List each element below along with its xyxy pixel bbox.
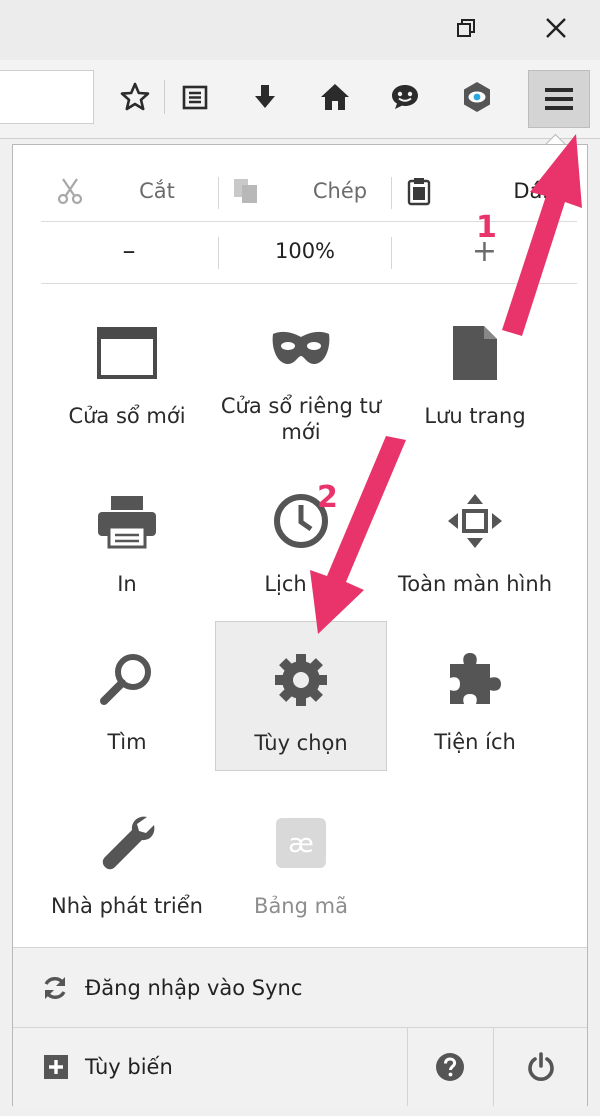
restore-icon — [457, 19, 475, 37]
row-divider — [41, 283, 577, 284]
navigation-toolbar — [0, 60, 600, 139]
pocket-icon — [464, 82, 490, 112]
search-icon — [100, 654, 151, 705]
copy-button[interactable]: Chép — [219, 163, 391, 219]
copy-icon — [234, 179, 257, 203]
quit-button[interactable] — [494, 1028, 587, 1106]
paste-label: Dán — [513, 179, 556, 203]
addons-label: Tiện ích — [434, 730, 516, 754]
private-window-item[interactable]: Cửa sổ riêng tư mới — [215, 295, 387, 445]
chat-icon — [392, 85, 418, 109]
bookmark-button[interactable] — [112, 74, 158, 120]
download-icon — [255, 85, 275, 108]
close-icon — [546, 18, 566, 38]
download-button[interactable] — [242, 74, 288, 120]
sync-icon — [44, 977, 66, 999]
new-window-item[interactable]: Cửa sổ mới — [41, 295, 213, 445]
home-icon — [321, 84, 349, 110]
save-page-label: Lưu trang — [424, 404, 526, 428]
new-window-label: Cửa sổ mới — [68, 404, 186, 428]
step-2-label: 2 — [317, 480, 338, 515]
puzzle-icon — [450, 653, 501, 704]
bookmark-star-icon — [120, 82, 150, 111]
print-label: In — [117, 572, 137, 596]
zoom-out-button[interactable]: – — [41, 223, 217, 279]
hamburger-menu-icon — [545, 88, 573, 110]
power-icon — [527, 1052, 554, 1081]
url-bar[interactable] — [0, 70, 94, 124]
open-menu-button[interactable] — [528, 70, 590, 128]
zoom-reset-button[interactable]: 100% — [219, 223, 391, 279]
find-item[interactable]: Tìm — [41, 621, 213, 771]
customize-label: Tùy biến — [85, 1055, 173, 1079]
restore-button[interactable] — [444, 8, 488, 48]
customize-button[interactable]: Tùy biến — [13, 1028, 405, 1106]
plus-icon — [44, 1055, 68, 1079]
gear-icon — [275, 654, 327, 706]
cut-label: Cắt — [139, 179, 175, 203]
toolbar-separator — [164, 80, 165, 114]
help-button[interactable] — [408, 1028, 492, 1106]
help-icon — [436, 1053, 464, 1081]
find-label: Tìm — [107, 730, 147, 754]
fullscreen-icon — [448, 494, 502, 548]
reading-list-button[interactable] — [172, 74, 218, 120]
character-encoding-label: Bảng mã — [254, 894, 348, 918]
save-page-icon — [453, 326, 497, 380]
sync-label: Đăng nhập vào Sync — [85, 976, 303, 1000]
new-window-icon — [97, 327, 157, 379]
addons-item[interactable]: Tiện ích — [389, 621, 561, 771]
reading-list-icon — [182, 85, 208, 110]
zoom-level: 100% — [274, 239, 336, 263]
private-mask-icon — [272, 331, 330, 364]
fullscreen-item[interactable]: Toàn màn hình — [389, 463, 561, 613]
hello-chat-button[interactable] — [382, 74, 428, 120]
options-label: Tùy chọn — [254, 731, 348, 755]
clipboard-icon — [407, 178, 431, 206]
menu-panel: Cắt Chép Dán – 100% + Cửa sổ mới Cửa sổ … — [12, 144, 588, 1106]
developer-label: Nhà phát triển — [51, 894, 203, 918]
print-item[interactable]: In — [41, 463, 213, 613]
printer-icon — [98, 496, 156, 549]
step-1-label: 1 — [476, 210, 497, 245]
sync-signin-button[interactable]: Đăng nhập vào Sync — [13, 947, 587, 1028]
svg-text:æ: æ — [288, 829, 314, 859]
fullscreen-label: Toàn màn hình — [397, 572, 553, 596]
character-encoding-item[interactable]: æ Bảng mã — [215, 785, 387, 935]
private-window-label: Cửa sổ riêng tư mới — [220, 394, 382, 444]
options-item[interactable]: Tùy chọn — [215, 621, 387, 771]
home-button[interactable] — [312, 74, 358, 120]
history-label: Lịch sử — [264, 572, 338, 596]
zoom-out-label: – — [122, 236, 136, 266]
history-item[interactable]: Lịch sử — [215, 463, 387, 613]
title-bar — [0, 0, 600, 60]
menu-footer: Tùy biến — [13, 1027, 587, 1106]
close-button[interactable] — [534, 8, 578, 48]
encoding-ae-icon: æ — [276, 818, 326, 868]
wrench-icon — [102, 816, 155, 870]
scissors-icon — [57, 178, 83, 205]
developer-item[interactable]: Nhà phát triển — [41, 785, 213, 935]
copy-label: Chép — [312, 179, 368, 203]
pocket-button[interactable] — [454, 74, 500, 120]
save-page-item[interactable]: Lưu trang — [389, 295, 561, 445]
cut-button[interactable]: Cắt — [41, 163, 217, 219]
